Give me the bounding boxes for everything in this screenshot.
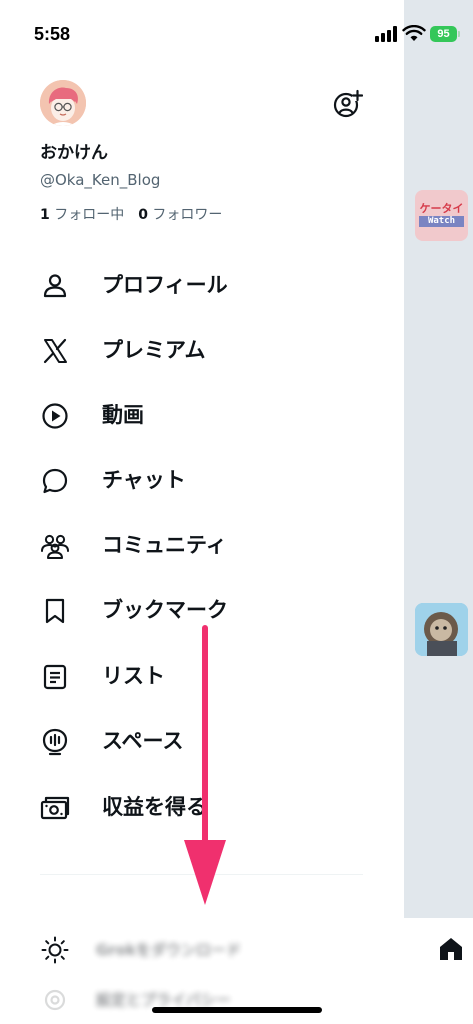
followers-link[interactable]: 0 フォロワー: [138, 207, 222, 223]
profile-display-name[interactable]: おかけん: [40, 141, 108, 165]
screen: ケータイ Watch 5:58 95 おかけん @Oka_Ken_Blog 1 …: [0, 0, 473, 1024]
spaces-icon: [42, 728, 68, 756]
following-link[interactable]: 1 フォロー中: [40, 207, 124, 223]
list-icon: [43, 664, 67, 690]
person-icon: [43, 274, 67, 298]
add-account-button[interactable]: [331, 88, 364, 120]
followers-label: フォロワー: [152, 207, 223, 223]
lion-avatar-icon: [415, 603, 468, 656]
follow-stats: 1 フォロー中 0 フォロワー: [40, 204, 222, 226]
x-logo-icon: [43, 338, 67, 364]
menu-item-premium[interactable]: プレミアム: [40, 328, 380, 372]
gear-icon: [44, 989, 66, 1011]
thumbnail-subtitle: Watch: [419, 216, 464, 227]
wifi-icon: [402, 25, 426, 41]
swipe-down-arrow-icon: [184, 625, 226, 905]
menu-item-label: リスト: [102, 664, 165, 688]
followers-count: 0: [138, 207, 148, 223]
menu-item-communities[interactable]: コミュニティ: [40, 523, 380, 567]
menu-item-label: コミュニティ: [102, 533, 227, 557]
battery-indicator: 95: [430, 26, 457, 42]
menu-item-label: 動画: [102, 403, 144, 427]
menu-item-label: スペース: [102, 729, 184, 753]
setting-item-download[interactable]: Grokをダウンロード: [40, 930, 380, 970]
menu-item-label: チャット: [102, 468, 186, 492]
chat-bubble-icon: [42, 468, 68, 494]
setting-item-privacy[interactable]: 設定とプライバシー: [40, 980, 380, 1020]
timeline-thumbnail-2[interactable]: [415, 603, 468, 656]
money-icon: [40, 796, 70, 820]
avatar-illustration-icon: [40, 80, 86, 126]
sun-icon: [41, 936, 69, 964]
profile-avatar[interactable]: [40, 80, 86, 126]
status-time: 5:58: [34, 24, 71, 44]
home-indicator[interactable]: [152, 1007, 322, 1013]
people-icon: [41, 534, 69, 559]
menu-item-chat[interactable]: チャット: [40, 458, 380, 502]
profile-handle[interactable]: @Oka_Ken_Blog: [40, 169, 160, 191]
following-count: 1: [40, 207, 50, 223]
setting-item-label: Grokをダウンロード: [96, 941, 241, 959]
menu-item-label: プレミアム: [102, 338, 206, 362]
timeline-backdrop[interactable]: [404, 0, 473, 1024]
battery-tip: [458, 31, 460, 37]
play-circle-icon: [42, 403, 68, 429]
home-tab[interactable]: [436, 934, 466, 964]
cellular-signal-icon: [375, 26, 397, 42]
bookmark-icon: [45, 598, 65, 624]
timeline-thumbnail-1[interactable]: ケータイ Watch: [415, 190, 468, 241]
following-label: フォロー中: [54, 207, 125, 223]
home-icon: [440, 938, 462, 960]
status-icons: 95: [374, 25, 464, 43]
menu-item-label: プロフィール: [102, 273, 228, 297]
menu-item-profile[interactable]: プロフィール: [40, 263, 380, 307]
thumbnail-title: ケータイ: [419, 202, 464, 215]
menu-item-video[interactable]: 動画: [40, 393, 380, 437]
add-account-icon: [333, 89, 364, 118]
